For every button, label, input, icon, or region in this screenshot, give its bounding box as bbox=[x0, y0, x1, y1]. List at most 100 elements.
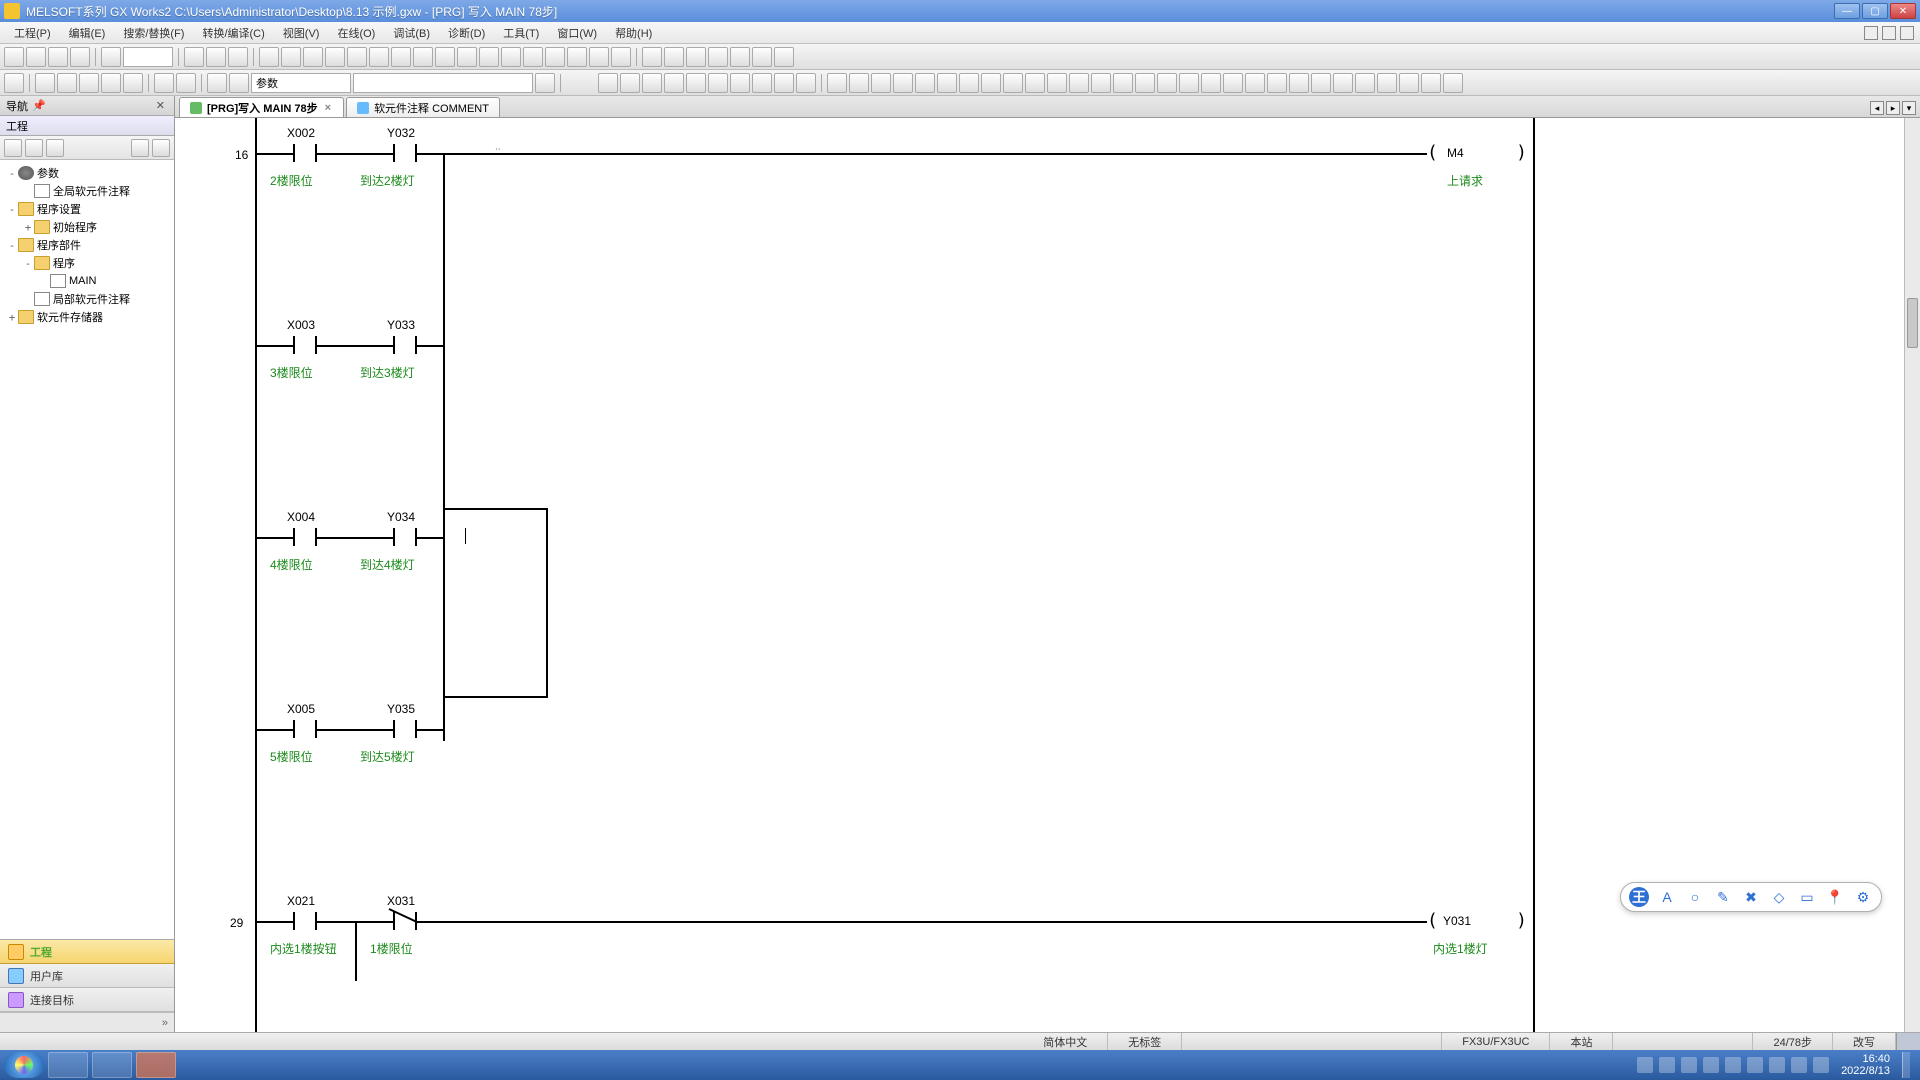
tray-icon[interactable] bbox=[1637, 1057, 1653, 1073]
nav-tool-button[interactable] bbox=[131, 139, 149, 157]
palette-circle-button[interactable]: ○ bbox=[1685, 887, 1705, 907]
tb-button[interactable] bbox=[176, 73, 196, 93]
close-button[interactable]: ✕ bbox=[1890, 3, 1916, 19]
tray-icon[interactable] bbox=[1703, 1057, 1719, 1073]
contact-no[interactable] bbox=[275, 142, 335, 164]
taskbar-app-button[interactable] bbox=[136, 1052, 176, 1078]
tb-button[interactable] bbox=[303, 47, 323, 67]
contact-no[interactable] bbox=[375, 718, 435, 740]
tb-button[interactable] bbox=[545, 47, 565, 67]
ladder-tool-button[interactable] bbox=[1157, 73, 1177, 93]
palette-pin-button[interactable]: 📍 bbox=[1825, 887, 1845, 907]
ladder-contact-button[interactable] bbox=[708, 73, 728, 93]
tb-button[interactable] bbox=[708, 47, 728, 67]
ladder-tool-button[interactable] bbox=[1443, 73, 1463, 93]
tray-icon[interactable] bbox=[1769, 1057, 1785, 1073]
maximize-button[interactable]: ▢ bbox=[1862, 3, 1888, 19]
ladder-tool-button[interactable] bbox=[849, 73, 869, 93]
tab-prev-button[interactable]: ◂ bbox=[1870, 101, 1884, 115]
ladder-coil-button[interactable] bbox=[752, 73, 772, 93]
contact-no[interactable] bbox=[275, 910, 335, 932]
menu-debug[interactable]: 调试(B) bbox=[385, 23, 438, 43]
ladder-tool-button[interactable] bbox=[1223, 73, 1243, 93]
status-resize-grip[interactable] bbox=[1896, 1033, 1920, 1050]
ladder-tool-button[interactable] bbox=[1355, 73, 1375, 93]
tray-icon[interactable] bbox=[1747, 1057, 1763, 1073]
ladder-tool-button[interactable] bbox=[1311, 73, 1331, 93]
ladder-tool-button[interactable] bbox=[1091, 73, 1111, 93]
tb-button[interactable] bbox=[752, 47, 772, 67]
cut-button[interactable] bbox=[184, 47, 204, 67]
contact-nc[interactable] bbox=[375, 910, 435, 932]
tb-button[interactable] bbox=[730, 47, 750, 67]
mdi-close-button[interactable] bbox=[1900, 26, 1914, 40]
ladder-tool-button[interactable] bbox=[871, 73, 891, 93]
ladder-tool-button[interactable] bbox=[1399, 73, 1419, 93]
side-tab-userlib[interactable]: 用户库 bbox=[0, 964, 174, 988]
palette-pen-button[interactable]: ✎ bbox=[1713, 887, 1733, 907]
tb-button[interactable] bbox=[567, 47, 587, 67]
ladder-coil-button[interactable] bbox=[730, 73, 750, 93]
menu-compile[interactable]: 转换/编译(C) bbox=[194, 23, 272, 43]
project-tree[interactable]: -参数 全局软元件注释-程序设置+初始程序-程序部件-程序 MAIN 局部软元件… bbox=[0, 160, 174, 939]
ladder-tool-button[interactable] bbox=[1113, 73, 1133, 93]
tb-button[interactable] bbox=[391, 47, 411, 67]
show-desktop-button[interactable] bbox=[1902, 1052, 1910, 1078]
contact-no[interactable] bbox=[275, 334, 335, 356]
print-button[interactable] bbox=[70, 47, 90, 67]
tb-button[interactable] bbox=[664, 47, 684, 67]
ladder-contact-button[interactable] bbox=[598, 73, 618, 93]
search-dropdown[interactable] bbox=[353, 73, 533, 93]
contact-no[interactable] bbox=[275, 718, 335, 740]
tree-node[interactable]: -程序部件 bbox=[2, 236, 172, 254]
contact-no[interactable] bbox=[275, 526, 335, 548]
ladder-tool-button[interactable] bbox=[827, 73, 847, 93]
tb-button[interactable] bbox=[479, 47, 499, 67]
menu-help[interactable]: 帮助(H) bbox=[607, 23, 660, 43]
tb-button[interactable] bbox=[435, 47, 455, 67]
tb-button[interactable] bbox=[686, 47, 706, 67]
tree-node[interactable]: -参数 bbox=[2, 164, 172, 182]
tb-button[interactable] bbox=[523, 47, 543, 67]
tb-button[interactable] bbox=[259, 47, 279, 67]
tray-icon[interactable] bbox=[1725, 1057, 1741, 1073]
tree-node[interactable]: +初始程序 bbox=[2, 218, 172, 236]
ladder-tool-button[interactable] bbox=[1069, 73, 1089, 93]
mdi-restore-button[interactable] bbox=[1882, 26, 1896, 40]
tab-close-button[interactable]: × bbox=[323, 102, 333, 114]
ladder-line-button[interactable] bbox=[774, 73, 794, 93]
tb-button[interactable] bbox=[229, 73, 249, 93]
tray-icon[interactable] bbox=[1681, 1057, 1697, 1073]
ladder-tool-button[interactable] bbox=[1003, 73, 1023, 93]
menu-window[interactable]: 窗口(W) bbox=[549, 23, 605, 43]
tb-button[interactable] bbox=[501, 47, 521, 67]
copy-button[interactable] bbox=[206, 47, 226, 67]
ladder-tool-button[interactable] bbox=[1421, 73, 1441, 93]
coil-output[interactable]: ( ) bbox=[1427, 910, 1527, 932]
zoom-dropdown[interactable] bbox=[123, 47, 173, 67]
new-button[interactable] bbox=[4, 47, 24, 67]
nav-tool-button[interactable] bbox=[25, 139, 43, 157]
tb-button[interactable] bbox=[347, 47, 367, 67]
tree-node[interactable]: 局部软元件注释 bbox=[2, 290, 172, 308]
taskbar-app-button[interactable] bbox=[48, 1052, 88, 1078]
tb-button[interactable] bbox=[611, 47, 631, 67]
tb-button[interactable] bbox=[369, 47, 389, 67]
palette-text-button[interactable]: A bbox=[1657, 887, 1677, 907]
tree-node[interactable]: MAIN bbox=[2, 272, 172, 290]
tray-clock[interactable]: 16:40 2022/8/13 bbox=[1835, 1053, 1896, 1077]
pin-icon[interactable]: 📌 bbox=[32, 99, 46, 112]
menu-edit[interactable]: 编辑(E) bbox=[61, 23, 114, 43]
ladder-tool-button[interactable] bbox=[959, 73, 979, 93]
ladder-tool-button[interactable] bbox=[1245, 73, 1265, 93]
ladder-tool-button[interactable] bbox=[1267, 73, 1287, 93]
menu-tool[interactable]: 工具(T) bbox=[495, 23, 547, 43]
ladder-tool-button[interactable] bbox=[1201, 73, 1221, 93]
ladder-tool-button[interactable] bbox=[915, 73, 935, 93]
tb-button[interactable] bbox=[123, 73, 143, 93]
tb-button[interactable] bbox=[325, 47, 345, 67]
menu-diagnostic[interactable]: 诊断(D) bbox=[440, 23, 493, 43]
ladder-line-button[interactable] bbox=[796, 73, 816, 93]
find-button[interactable] bbox=[535, 73, 555, 93]
ladder-tool-button[interactable] bbox=[1135, 73, 1155, 93]
